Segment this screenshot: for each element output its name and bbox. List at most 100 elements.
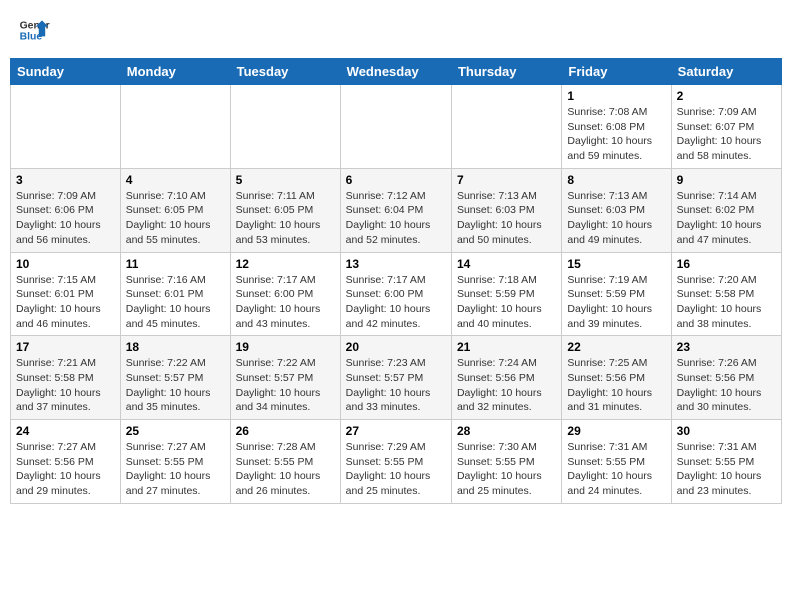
day-number: 12 xyxy=(236,257,335,271)
day-info: Sunrise: 7:28 AMSunset: 5:55 PMDaylight:… xyxy=(236,440,335,499)
calendar-cell: 19 Sunrise: 7:22 AMSunset: 5:57 PMDayligh… xyxy=(230,336,340,420)
day-info: Sunrise: 7:16 AMSunset: 6:01 PMDaylight:… xyxy=(126,273,225,332)
day-info: Sunrise: 7:13 AMSunset: 6:03 PMDaylight:… xyxy=(457,189,556,248)
day-number: 4 xyxy=(126,173,225,187)
calendar-cell: 26 Sunrise: 7:28 AMSunset: 5:55 PMDayligh… xyxy=(230,420,340,504)
day-info: Sunrise: 7:23 AMSunset: 5:57 PMDaylight:… xyxy=(346,356,446,415)
calendar-cell: 10Sunrise: 7:15 AMSunset: 6:01 PMDayligh… xyxy=(11,252,121,336)
calendar-cell: 15 Sunrise: 7:19 AMSunset: 5:59 PMDayligh… xyxy=(562,252,671,336)
calendar-cell: 23 Sunrise: 7:26 AMSunset: 5:56 PMDayligh… xyxy=(671,336,781,420)
weekday-header-sunday: Sunday xyxy=(11,59,121,85)
calendar-cell: 17 Sunrise: 7:21 AMSunset: 5:58 PMDayligh… xyxy=(11,336,121,420)
calendar-cell: 6 Sunrise: 7:12 AMSunset: 6:04 PMDaylight… xyxy=(340,168,451,252)
calendar-cell xyxy=(451,85,561,169)
calendar-cell: 12Sunrise: 7:17 AMSunset: 6:00 PMDayligh… xyxy=(230,252,340,336)
day-number: 3 xyxy=(16,173,115,187)
day-info: Sunrise: 7:13 AMSunset: 6:03 PMDaylight:… xyxy=(567,189,665,248)
weekday-header-friday: Friday xyxy=(562,59,671,85)
day-number: 16 xyxy=(677,257,776,271)
day-number: 13 xyxy=(346,257,446,271)
day-number: 24 xyxy=(16,424,115,438)
calendar-table: SundayMondayTuesdayWednesdayThursdayFrid… xyxy=(10,58,782,504)
day-info: Sunrise: 7:10 AMSunset: 6:05 PMDaylight:… xyxy=(126,189,225,248)
day-info: Sunrise: 7:22 AMSunset: 5:57 PMDaylight:… xyxy=(236,356,335,415)
day-number: 25 xyxy=(126,424,225,438)
day-info: Sunrise: 7:22 AMSunset: 5:57 PMDaylight:… xyxy=(126,356,225,415)
calendar-cell xyxy=(340,85,451,169)
calendar-cell: 25 Sunrise: 7:27 AMSunset: 5:55 PMDayligh… xyxy=(120,420,230,504)
calendar-cell: 3 Sunrise: 7:09 AMSunset: 6:06 PMDaylight… xyxy=(11,168,121,252)
calendar-cell: 7 Sunrise: 7:13 AMSunset: 6:03 PMDaylight… xyxy=(451,168,561,252)
day-number: 14 xyxy=(457,257,556,271)
calendar-cell: 20 Sunrise: 7:23 AMSunset: 5:57 PMDayligh… xyxy=(340,336,451,420)
weekday-header-saturday: Saturday xyxy=(671,59,781,85)
day-number: 6 xyxy=(346,173,446,187)
day-number: 19 xyxy=(236,340,335,354)
calendar-cell: 13 Sunrise: 7:17 AMSunset: 6:00 PMDayligh… xyxy=(340,252,451,336)
day-number: 27 xyxy=(346,424,446,438)
day-info: Sunrise: 7:21 AMSunset: 5:58 PMDaylight:… xyxy=(16,356,115,415)
day-number: 18 xyxy=(126,340,225,354)
calendar-cell: 11 Sunrise: 7:16 AMSunset: 6:01 PMDayligh… xyxy=(120,252,230,336)
day-number: 21 xyxy=(457,340,556,354)
calendar-cell: 8Sunrise: 7:13 AMSunset: 6:03 PMDaylight… xyxy=(562,168,671,252)
calendar-cell: 9 Sunrise: 7:14 AMSunset: 6:02 PMDaylight… xyxy=(671,168,781,252)
calendar-cell: 28Sunrise: 7:30 AMSunset: 5:55 PMDayligh… xyxy=(451,420,561,504)
logo-icon: General Blue xyxy=(18,14,50,46)
day-info: Sunrise: 7:30 AMSunset: 5:55 PMDaylight:… xyxy=(457,440,556,499)
calendar-cell: 21 Sunrise: 7:24 AMSunset: 5:56 PMDayligh… xyxy=(451,336,561,420)
day-info: Sunrise: 7:25 AMSunset: 5:56 PMDaylight:… xyxy=(567,356,665,415)
day-number: 22 xyxy=(567,340,665,354)
day-info: Sunrise: 7:27 AMSunset: 5:55 PMDaylight:… xyxy=(126,440,225,499)
day-info: Sunrise: 7:12 AMSunset: 6:04 PMDaylight:… xyxy=(346,189,446,248)
day-info: Sunrise: 7:26 AMSunset: 5:56 PMDaylight:… xyxy=(677,356,776,415)
calendar-body: 1 Sunrise: 7:08 AMSunset: 6:08 PMDaylight… xyxy=(11,85,782,504)
calendar-week-1: 1 Sunrise: 7:08 AMSunset: 6:08 PMDaylight… xyxy=(11,85,782,169)
day-number: 11 xyxy=(126,257,225,271)
day-info: Sunrise: 7:31 AMSunset: 5:55 PMDaylight:… xyxy=(677,440,776,499)
calendar-cell: 16 Sunrise: 7:20 AMSunset: 5:58 PMDayligh… xyxy=(671,252,781,336)
day-info: Sunrise: 7:31 AMSunset: 5:55 PMDaylight:… xyxy=(567,440,665,499)
calendar-cell xyxy=(120,85,230,169)
page-header: General Blue xyxy=(10,10,782,50)
weekday-header-tuesday: Tuesday xyxy=(230,59,340,85)
calendar-cell: 1 Sunrise: 7:08 AMSunset: 6:08 PMDaylight… xyxy=(562,85,671,169)
day-number: 2 xyxy=(677,89,776,103)
weekday-header-thursday: Thursday xyxy=(451,59,561,85)
day-info: Sunrise: 7:18 AMSunset: 5:59 PMDaylight:… xyxy=(457,273,556,332)
day-info: Sunrise: 7:09 AMSunset: 6:07 PMDaylight:… xyxy=(677,105,776,164)
day-info: Sunrise: 7:27 AMSunset: 5:56 PMDaylight:… xyxy=(16,440,115,499)
calendar-cell: 2 Sunrise: 7:09 AMSunset: 6:07 PMDaylight… xyxy=(671,85,781,169)
calendar-cell: 4 Sunrise: 7:10 AMSunset: 6:05 PMDaylight… xyxy=(120,168,230,252)
calendar-cell xyxy=(230,85,340,169)
day-info: Sunrise: 7:17 AMSunset: 6:00 PMDaylight:… xyxy=(346,273,446,332)
calendar-cell: 30Sunrise: 7:31 AMSunset: 5:55 PMDayligh… xyxy=(671,420,781,504)
weekday-header-monday: Monday xyxy=(120,59,230,85)
calendar-week-3: 10Sunrise: 7:15 AMSunset: 6:01 PMDayligh… xyxy=(11,252,782,336)
day-number: 26 xyxy=(236,424,335,438)
logo: General Blue xyxy=(18,14,50,46)
day-info: Sunrise: 7:08 AMSunset: 6:08 PMDaylight:… xyxy=(567,105,665,164)
weekday-header-wednesday: Wednesday xyxy=(340,59,451,85)
day-number: 7 xyxy=(457,173,556,187)
day-info: Sunrise: 7:09 AMSunset: 6:06 PMDaylight:… xyxy=(16,189,115,248)
day-number: 29 xyxy=(567,424,665,438)
day-number: 17 xyxy=(16,340,115,354)
day-info: Sunrise: 7:19 AMSunset: 5:59 PMDaylight:… xyxy=(567,273,665,332)
day-number: 15 xyxy=(567,257,665,271)
calendar-week-4: 17 Sunrise: 7:21 AMSunset: 5:58 PMDayligh… xyxy=(11,336,782,420)
day-info: Sunrise: 7:29 AMSunset: 5:55 PMDaylight:… xyxy=(346,440,446,499)
day-info: Sunrise: 7:14 AMSunset: 6:02 PMDaylight:… xyxy=(677,189,776,248)
day-number: 23 xyxy=(677,340,776,354)
calendar-week-2: 3 Sunrise: 7:09 AMSunset: 6:06 PMDaylight… xyxy=(11,168,782,252)
calendar-cell: 18 Sunrise: 7:22 AMSunset: 5:57 PMDayligh… xyxy=(120,336,230,420)
day-number: 9 xyxy=(677,173,776,187)
day-number: 20 xyxy=(346,340,446,354)
calendar-cell: 14 Sunrise: 7:18 AMSunset: 5:59 PMDayligh… xyxy=(451,252,561,336)
day-info: Sunrise: 7:20 AMSunset: 5:58 PMDaylight:… xyxy=(677,273,776,332)
day-number: 1 xyxy=(567,89,665,103)
calendar-cell: 5Sunrise: 7:11 AMSunset: 6:05 PMDaylight… xyxy=(230,168,340,252)
calendar-cell: 29 Sunrise: 7:31 AMSunset: 5:55 PMDayligh… xyxy=(562,420,671,504)
day-number: 10 xyxy=(16,257,115,271)
day-info: Sunrise: 7:24 AMSunset: 5:56 PMDaylight:… xyxy=(457,356,556,415)
